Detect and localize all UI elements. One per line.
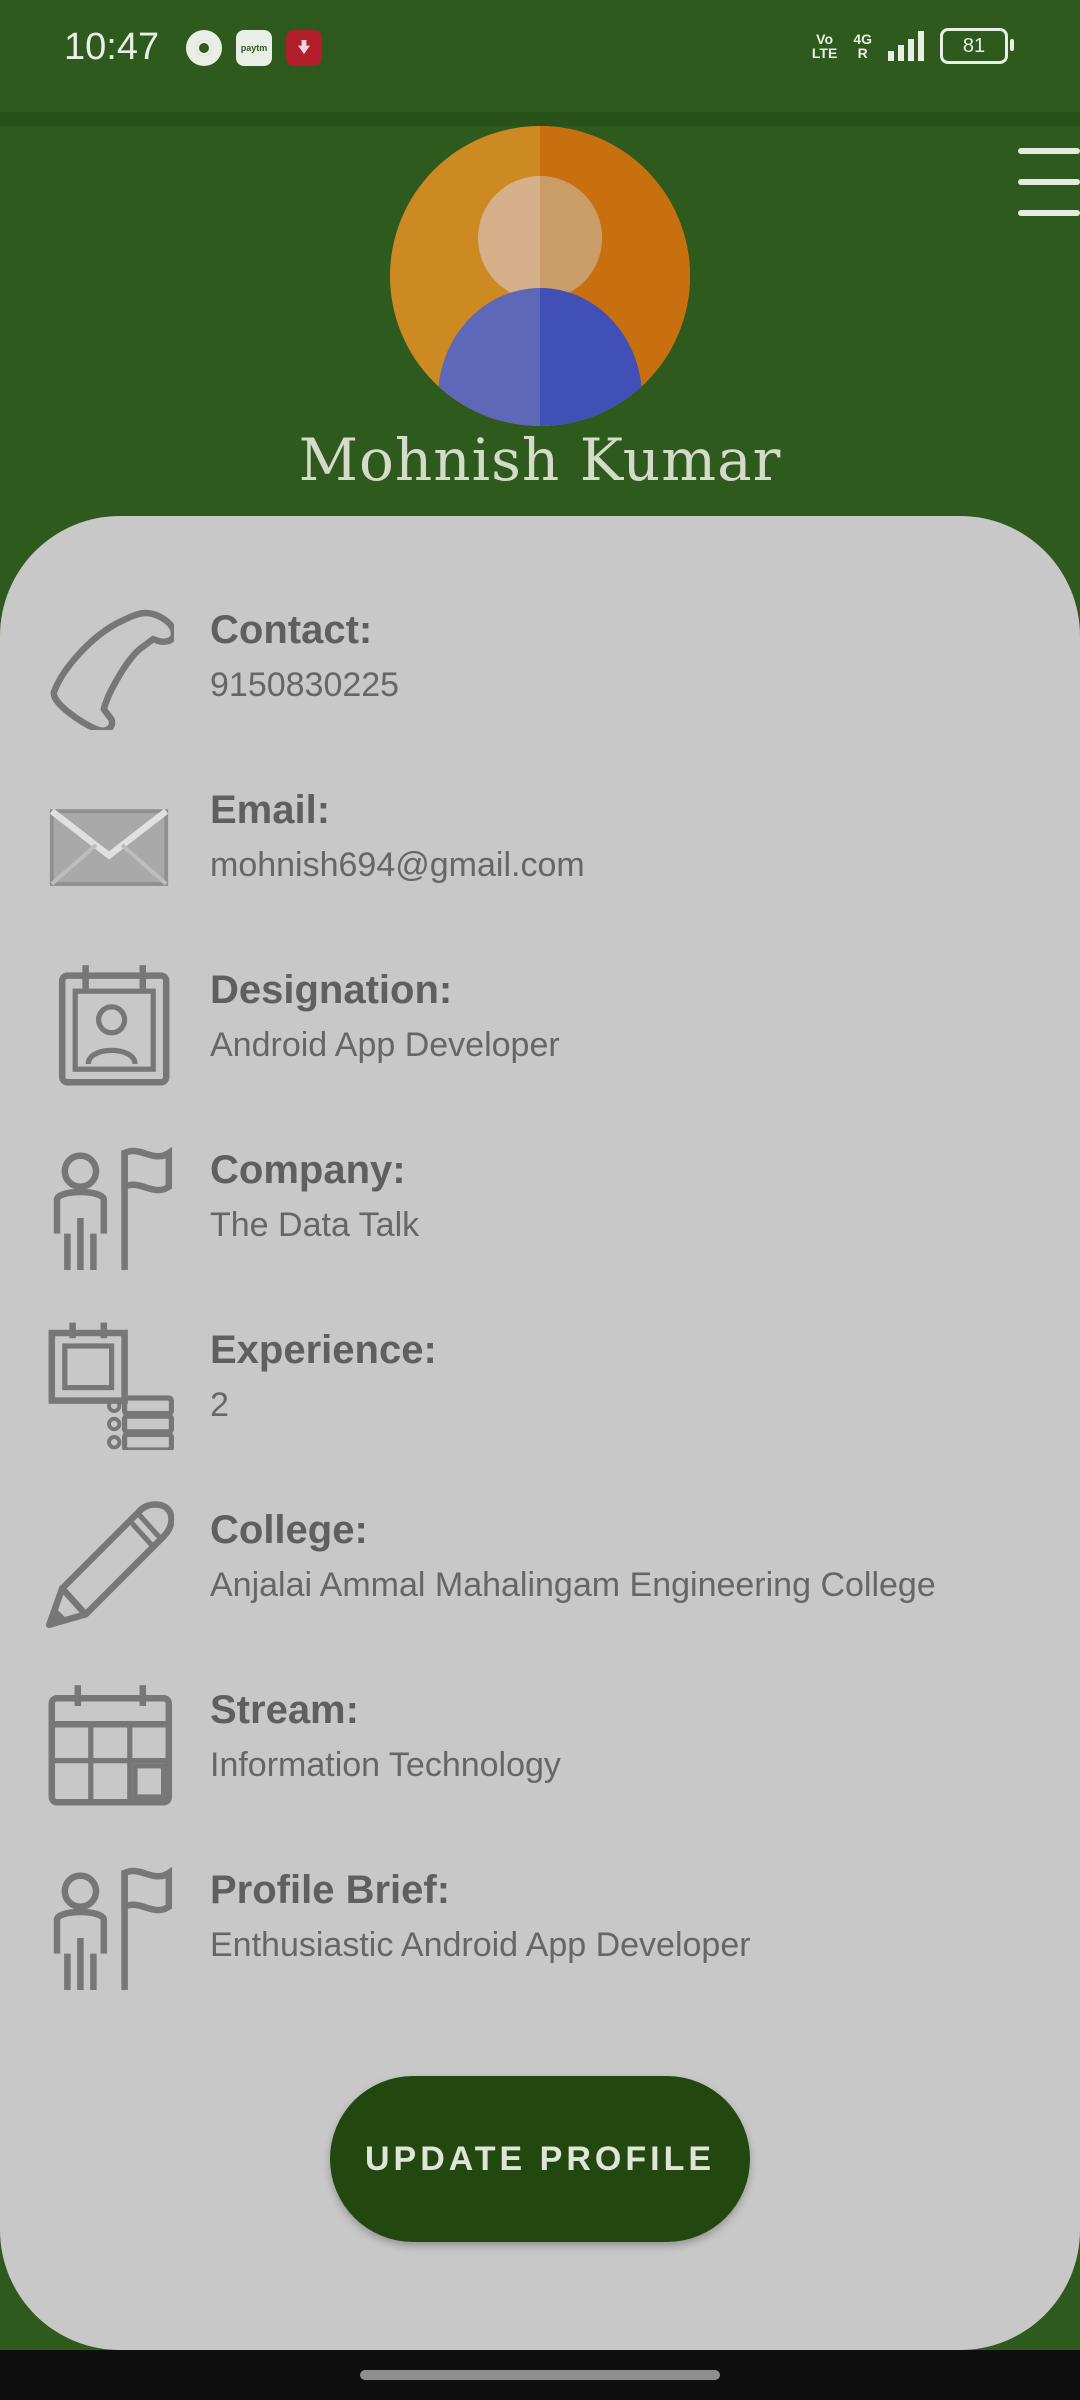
profile-brief-row: Profile Brief: Enthusiastic Android App …: [0, 1840, 1080, 2000]
header-divider: [0, 112, 1080, 126]
stream-label: Stream:: [210, 1688, 359, 1732]
email-value: mohnish694@gmail.com: [210, 846, 585, 884]
company-row: Company: The Data Talk: [0, 1120, 1080, 1280]
profile-name: Mohnish Kumar: [298, 426, 782, 494]
profile-brief-value: Enthusiastic Android App Developer: [210, 1926, 751, 1964]
calendar-grid-icon: [48, 1685, 173, 1806]
network-type-indicator: 4G R: [853, 32, 872, 60]
email-row: Email: mohnish694@gmail.com: [0, 760, 1080, 920]
email-label: Email:: [210, 788, 331, 832]
stream-row: Stream: Information Technology: [0, 1660, 1080, 1820]
network-type-label: 4G: [853, 31, 872, 47]
id-badge-icon: [58, 965, 170, 1086]
volte-top-label: Vo: [816, 31, 834, 47]
download-icon: [286, 30, 322, 66]
system-navigation-bar: [0, 2350, 1080, 2400]
company-label: Company:: [210, 1148, 406, 1192]
company-value: The Data Talk: [210, 1206, 420, 1244]
profile-details-card: Contact: 9150830225 Email: mohnish694@gm…: [0, 516, 1080, 2350]
notes-list-icon: [48, 1322, 174, 1450]
envelope-icon: [49, 808, 169, 886]
experience-value: 2: [210, 1386, 229, 1424]
notification-icons: paytm: [186, 30, 322, 66]
status-right-cluster: Vo LTE 4G R 81: [812, 28, 1014, 64]
hamburger-menu-icon[interactable]: [1018, 148, 1080, 218]
designation-value: Android App Developer: [210, 1026, 560, 1064]
home-gesture-handle[interactable]: [360, 2370, 720, 2380]
avatar[interactable]: [390, 126, 690, 426]
volte-indicator: Vo LTE: [812, 32, 837, 60]
volte-bottom-label: LTE: [811, 45, 838, 61]
phone-icon: [50, 609, 174, 730]
experience-row: Experience: 2: [0, 1300, 1080, 1460]
status-time: 10:47: [64, 26, 160, 68]
update-profile-button[interactable]: UPDATE PROFILE: [330, 2076, 750, 2242]
college-label: College:: [210, 1508, 368, 1552]
roaming-label: R: [857, 45, 868, 61]
signal-icon: [888, 31, 924, 61]
contact-label: Contact:: [210, 608, 373, 652]
designation-label: Designation:: [210, 968, 453, 1012]
experience-label: Experience:: [210, 1328, 437, 1372]
person-flag-icon: [53, 1866, 173, 1990]
contact-value: 9150830225: [210, 666, 400, 704]
college-value: Anjalai Ammal Mahalingam Engineering Col…: [210, 1566, 936, 1604]
pencil-icon: [45, 1501, 174, 1629]
person-flag-icon: [53, 1146, 173, 1270]
paytm-icon: paytm: [236, 30, 272, 66]
college-row: College: Anjalai Ammal Mahalingam Engine…: [0, 1480, 1080, 1640]
profile-brief-label: Profile Brief:: [210, 1868, 451, 1912]
battery-icon: 81: [940, 28, 1014, 64]
designation-row: Designation: Android App Developer: [0, 940, 1080, 1100]
contact-row: Contact: 9150830225: [0, 580, 1080, 740]
stream-value: Information Technology: [210, 1746, 561, 1784]
chrome-icon: [186, 30, 222, 66]
status-bar: 10:47 paytm Vo LTE 4G R 81: [0, 0, 1080, 110]
battery-level: 81: [962, 34, 986, 57]
